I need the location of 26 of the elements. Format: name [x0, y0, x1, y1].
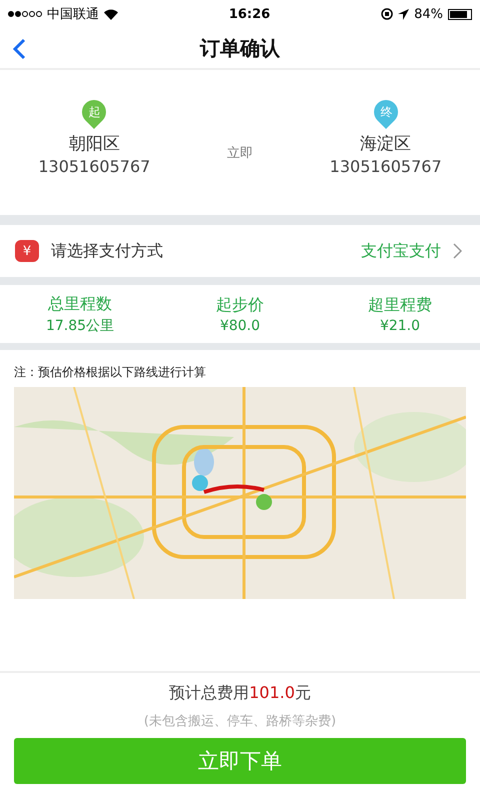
chevron-icon: [453, 243, 462, 259]
place-name: 海淀区: [360, 132, 412, 154]
location-arrow-icon: [398, 8, 410, 20]
stat-value: 17.85公里: [46, 316, 114, 334]
stat-value: ¥80.0: [220, 318, 260, 334]
lock-rotation-icon: [381, 8, 394, 20]
page-title: 订单确认: [200, 34, 280, 62]
stat-label: 超里程费: [368, 294, 432, 316]
fee-disclaimer: (未包含搬运、停车、路桥等杂费): [142, 713, 338, 730]
back-button[interactable]: [10, 36, 28, 62]
battery-icon: [448, 8, 472, 20]
stat-value: ¥21.0: [380, 318, 420, 334]
yuan-icon: ¥: [15, 240, 39, 262]
phone-number: 13051605767: [330, 156, 442, 176]
phone-number: 13051605767: [38, 156, 150, 176]
carrier-name: 中国联通: [47, 6, 99, 23]
place-name: 朝阳区: [68, 132, 120, 154]
stat-label: 总里程数: [48, 294, 112, 314]
estimated-total: 预计总费用101.0元: [168, 683, 312, 704]
clock-time: 16:26: [228, 6, 270, 22]
stat-label: 起步价: [216, 294, 264, 316]
signal-icon: [8, 11, 42, 17]
battery-percent: 84%: [414, 6, 443, 22]
wifi-icon: [104, 8, 118, 20]
note-text: 注：预估价格根据以下路线进行计算: [13, 364, 207, 381]
timing-label: 立即: [226, 144, 253, 162]
